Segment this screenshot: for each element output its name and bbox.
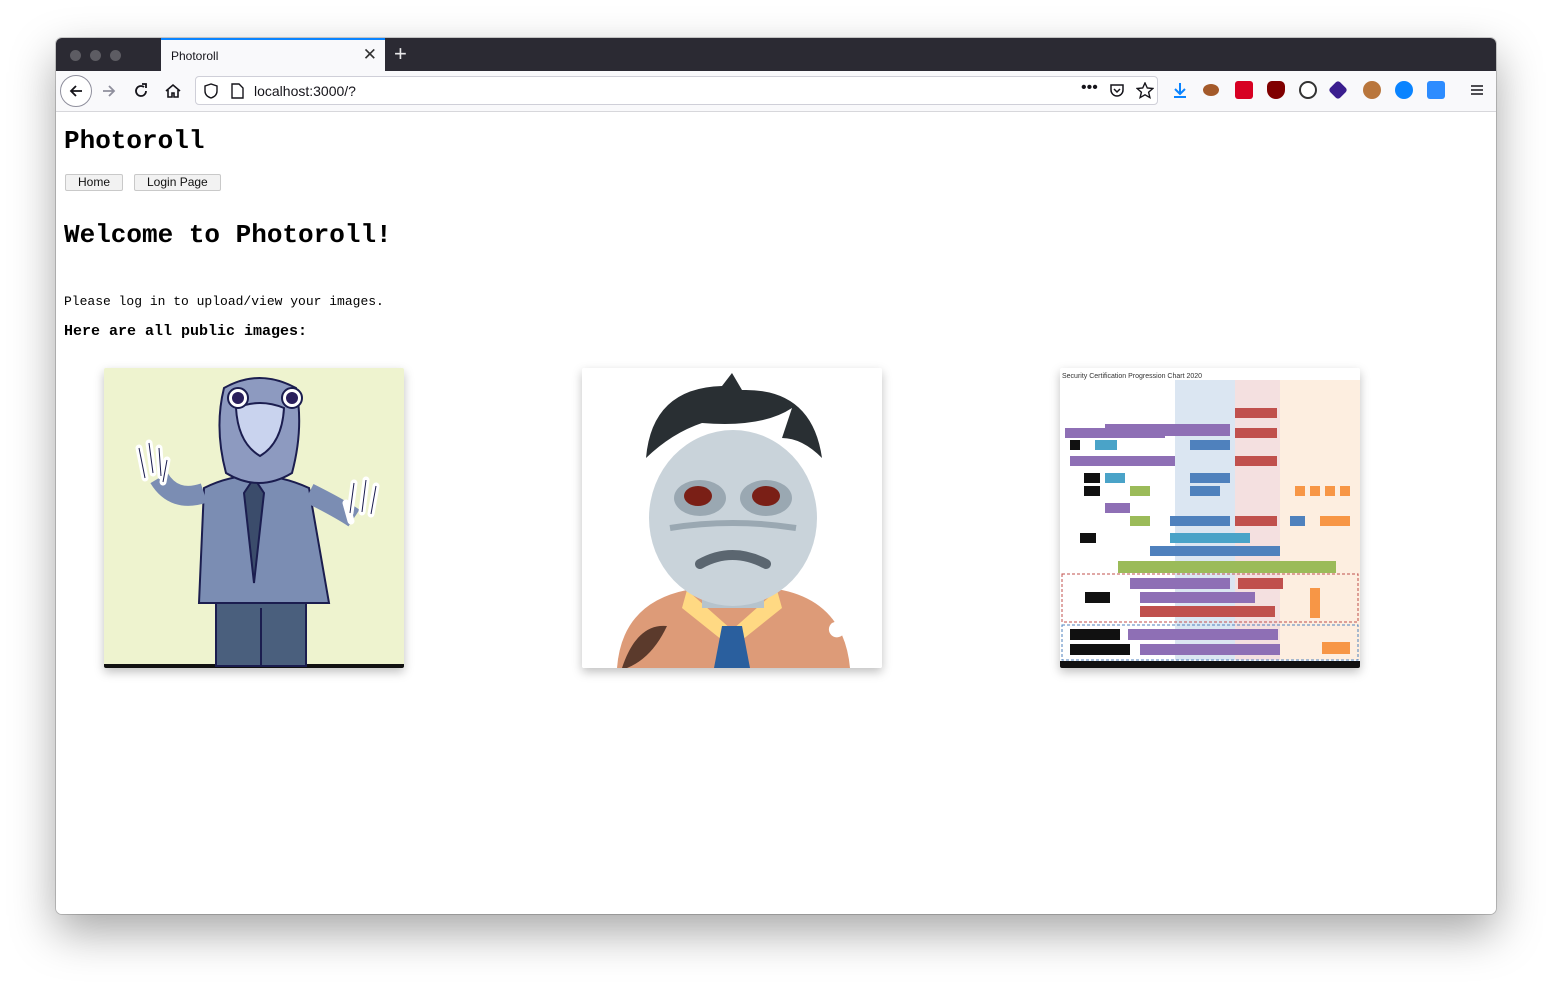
image-card-bird-person[interactable] xyxy=(104,368,404,668)
cookie-icon[interactable] xyxy=(1363,81,1381,99)
site-title: Photoroll xyxy=(64,126,205,156)
ublock-icon[interactable] xyxy=(1267,81,1285,99)
tab-strip: Photoroll ✕ + xyxy=(56,38,1496,71)
login-message: Please log in to upload/view your images… xyxy=(64,294,384,309)
url-text[interactable]: localhost:3000/? xyxy=(254,83,356,99)
chart-caption: Security Certification Progression Chart… xyxy=(1062,373,1202,380)
welcome-heading: Welcome to Photoroll! xyxy=(64,220,392,250)
tab-photoroll[interactable]: Photoroll ✕ xyxy=(161,38,385,71)
extension-diamond-icon[interactable] xyxy=(1328,80,1348,100)
new-tab-icon[interactable]: + xyxy=(394,42,407,66)
menu-icon[interactable] xyxy=(1468,81,1486,99)
browser-window: Photoroll ✕ + localhost:3000/? ••• Photo… xyxy=(56,38,1496,914)
downloads-icon[interactable] xyxy=(1171,81,1189,99)
reload-icon xyxy=(135,83,147,97)
page-content: Photoroll Home Login Page Welcome to Pho… xyxy=(56,112,1496,914)
forward-arrow-icon xyxy=(103,85,116,97)
home-button[interactable] xyxy=(158,76,188,106)
pocket-icon[interactable] xyxy=(1109,83,1125,99)
tab-title: Photoroll xyxy=(171,49,219,63)
close-tab-icon[interactable]: ✕ xyxy=(363,45,377,65)
more-actions-icon[interactable]: ••• xyxy=(1081,79,1098,97)
navigation-toolbar: localhost:3000/? ••• xyxy=(56,71,1496,112)
extension-blue-circle-icon[interactable] xyxy=(1395,81,1413,99)
login-page-button[interactable]: Login Page xyxy=(134,174,221,191)
extension-sloth-icon[interactable] xyxy=(1203,84,1219,96)
public-images-heading: Here are all public images: xyxy=(64,323,308,340)
home-icon xyxy=(165,83,181,98)
image-card-zombie[interactable] xyxy=(582,368,882,668)
home-nav-button[interactable]: Home xyxy=(65,174,124,191)
shield-icon[interactable] xyxy=(204,83,218,99)
bookmark-star-icon[interactable] xyxy=(1136,82,1154,100)
maximize-window-icon[interactable] xyxy=(110,50,121,61)
reload-button[interactable] xyxy=(126,76,156,106)
page-icon xyxy=(231,83,244,99)
back-button[interactable] xyxy=(60,75,92,107)
forward-button[interactable] xyxy=(94,76,124,106)
bird-person-image xyxy=(104,368,404,668)
extension-privacy-icon[interactable] xyxy=(1299,81,1317,99)
minimize-window-icon[interactable] xyxy=(90,50,101,61)
address-bar[interactable]: localhost:3000/? ••• xyxy=(195,76,1158,105)
close-window-icon[interactable] xyxy=(70,50,81,61)
zombie-image xyxy=(582,368,882,668)
extension-red-s-icon[interactable] xyxy=(1235,81,1253,99)
back-arrow-icon xyxy=(69,85,82,97)
zoom-icon[interactable] xyxy=(1427,81,1445,99)
certification-chart-image: Security Certification Progression Chart… xyxy=(1060,368,1360,668)
image-card-certification-chart[interactable]: Security Certification Progression Chart… xyxy=(1060,368,1360,668)
